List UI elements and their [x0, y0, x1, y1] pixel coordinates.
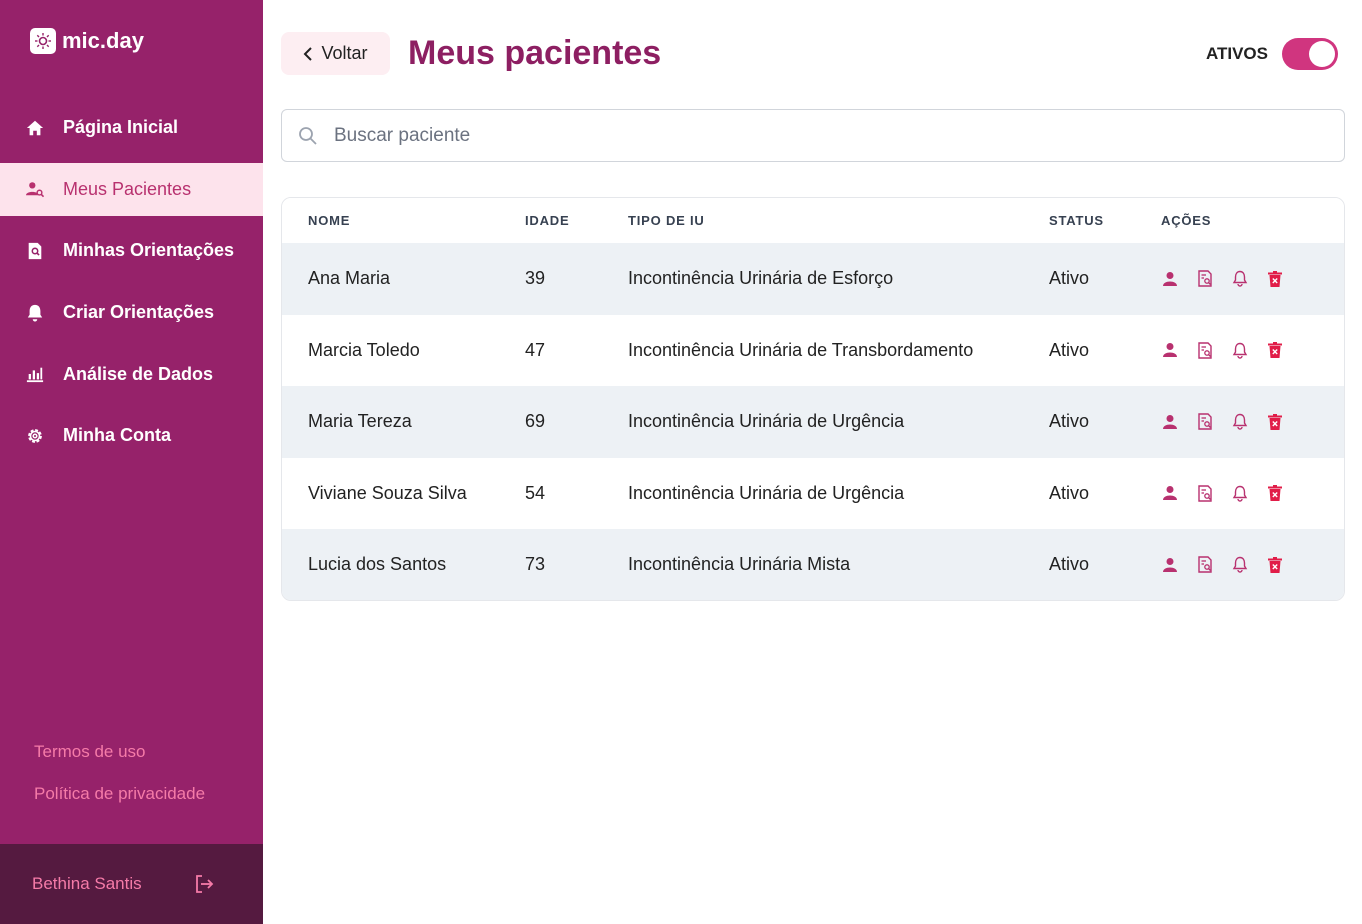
delete-icon[interactable]	[1266, 484, 1284, 502]
column-header-status[interactable]: STATUS	[1049, 213, 1104, 228]
patient-iu-type: Incontinência Urinária de Urgência	[628, 482, 905, 503]
column-header-age[interactable]: IDADE	[525, 213, 569, 228]
patient-status: Ativo	[1049, 268, 1090, 289]
patients-icon	[24, 178, 46, 200]
patient-age: 39	[525, 268, 546, 289]
view-guidance-icon[interactable]	[1196, 484, 1214, 502]
patient-iu-type: Incontinência Urinária de Esforço	[628, 268, 894, 289]
patient-age: 54	[525, 482, 546, 503]
bar-chart-icon	[24, 363, 46, 385]
patient-age: 73	[525, 554, 546, 575]
row-actions	[1161, 413, 1284, 431]
patient-status: Ativo	[1049, 411, 1090, 432]
sidebar-item-label: Análise de Dados	[63, 363, 214, 384]
active-filter: ATIVOS	[1206, 38, 1338, 70]
sidebar-item-label: Minhas Orientações	[63, 240, 235, 261]
gear-icon	[24, 425, 46, 447]
view-guidance-icon[interactable]	[1196, 341, 1214, 359]
column-header-name[interactable]: NOME	[308, 213, 350, 228]
sidebar-item-minha-conta[interactable]: Minha Conta	[0, 409, 263, 462]
sidebar-item-criar-orientacoes[interactable]: Criar Orientações	[0, 286, 263, 339]
patient-name: Ana Maria	[308, 268, 391, 289]
document-search-icon	[24, 240, 46, 262]
notification-bell-icon[interactable]	[1231, 484, 1249, 502]
view-profile-icon[interactable]	[1161, 556, 1179, 574]
user-bar: Bethina Santis	[0, 844, 263, 924]
row-actions	[1161, 341, 1284, 359]
table-row[interactable]: Viviane Souza Silva 54 Incontinência Uri…	[282, 457, 1344, 529]
page-title: Meus pacientes	[408, 34, 662, 72]
table-row[interactable]: Lucia dos Santos 73 Incontinência Urinár…	[282, 529, 1344, 600]
view-profile-icon[interactable]	[1161, 270, 1179, 288]
view-profile-icon[interactable]	[1161, 413, 1179, 431]
patient-status: Ativo	[1049, 339, 1090, 360]
view-guidance-icon[interactable]	[1196, 270, 1214, 288]
app-logo[interactable]: mic.day	[30, 28, 144, 54]
privacy-link[interactable]: Política de privacidade	[34, 784, 205, 804]
toggle-knob	[1309, 41, 1335, 67]
sidebar-item-label: Minha Conta	[63, 425, 171, 446]
patient-status: Ativo	[1049, 554, 1090, 575]
delete-icon[interactable]	[1266, 413, 1284, 431]
row-actions	[1161, 556, 1284, 574]
sidebar-item-label: Criar Orientações	[63, 302, 215, 323]
notification-bell-icon[interactable]	[1231, 341, 1249, 359]
delete-icon[interactable]	[1266, 556, 1284, 574]
terms-link[interactable]: Termos de uso	[34, 742, 205, 762]
delete-icon[interactable]	[1266, 341, 1284, 359]
patient-iu-type: Incontinência Urinária de Urgência	[628, 411, 905, 432]
patient-status: Ativo	[1049, 482, 1090, 503]
table-row[interactable]: Marcia Toledo 47 Incontinência Urinária …	[282, 314, 1344, 386]
column-header-type[interactable]: TIPO DE IU	[628, 213, 705, 228]
chevron-left-icon	[303, 46, 313, 62]
patient-name: Maria Tereza	[308, 411, 412, 432]
search-box	[281, 109, 1345, 162]
sidebar-nav: Página Inicial Meus Pacientes Minhas Ori…	[0, 101, 263, 471]
sidebar-item-analise-de-dados[interactable]: Análise de Dados	[0, 348, 263, 401]
logout-icon[interactable]	[193, 873, 215, 895]
notification-bell-icon[interactable]	[1231, 556, 1249, 574]
patients-table: NOME IDADE TIPO DE IU STATUS AÇÕES Ana M…	[281, 197, 1345, 601]
app-name: mic.day	[62, 28, 144, 53]
patient-name: Viviane Souza Silva	[308, 482, 467, 503]
notification-bell-icon[interactable]	[1231, 413, 1249, 431]
sidebar: mic.day Página Inicial Meus Pacientes Mi…	[0, 0, 263, 924]
delete-icon[interactable]	[1266, 270, 1284, 288]
sidebar-item-pagina-inicial[interactable]: Página Inicial	[0, 101, 263, 154]
table-header: NOME IDADE TIPO DE IU STATUS AÇÕES	[282, 198, 1344, 243]
patient-name: Marcia Toledo	[308, 339, 420, 360]
row-actions	[1161, 270, 1284, 288]
home-icon	[24, 117, 46, 139]
view-guidance-icon[interactable]	[1196, 413, 1214, 431]
sun-icon	[30, 28, 56, 54]
user-name: Bethina Santis	[32, 874, 142, 893]
toggle-label: ATIVOS	[1205, 44, 1268, 63]
view-profile-icon[interactable]	[1161, 484, 1179, 502]
bell-icon	[24, 302, 46, 324]
row-actions	[1161, 484, 1284, 502]
table-row[interactable]: Ana Maria 39 Incontinência Urinária de E…	[282, 243, 1344, 315]
column-header-actions: AÇÕES	[1161, 213, 1212, 228]
search-input[interactable]	[334, 124, 1234, 147]
view-guidance-icon[interactable]	[1196, 556, 1214, 574]
patient-age: 47	[525, 339, 546, 360]
active-toggle[interactable]	[1282, 38, 1338, 70]
sidebar-item-label: Meus Pacientes	[63, 178, 192, 199]
sidebar-item-label: Página Inicial	[63, 117, 179, 137]
patient-name: Lucia dos Santos	[308, 554, 447, 575]
patient-iu-type: Incontinência Urinária Mista	[628, 554, 851, 575]
back-button[interactable]: Voltar	[281, 32, 390, 75]
patient-age: 69	[525, 411, 546, 432]
view-profile-icon[interactable]	[1161, 341, 1179, 359]
table-row[interactable]: Maria Tereza 69 Incontinência Urinária d…	[282, 386, 1344, 458]
back-label: Voltar	[321, 43, 368, 63]
search-icon	[298, 126, 318, 146]
notification-bell-icon[interactable]	[1231, 270, 1249, 288]
sidebar-item-meus-pacientes[interactable]: Meus Pacientes	[0, 162, 263, 216]
patient-iu-type: Incontinência Urinária de Transbordament…	[628, 339, 974, 360]
sidebar-footer-links: Termos de uso Política de privacidade	[34, 742, 205, 826]
sidebar-item-minhas-orientacoes[interactable]: Minhas Orientações	[0, 224, 263, 277]
